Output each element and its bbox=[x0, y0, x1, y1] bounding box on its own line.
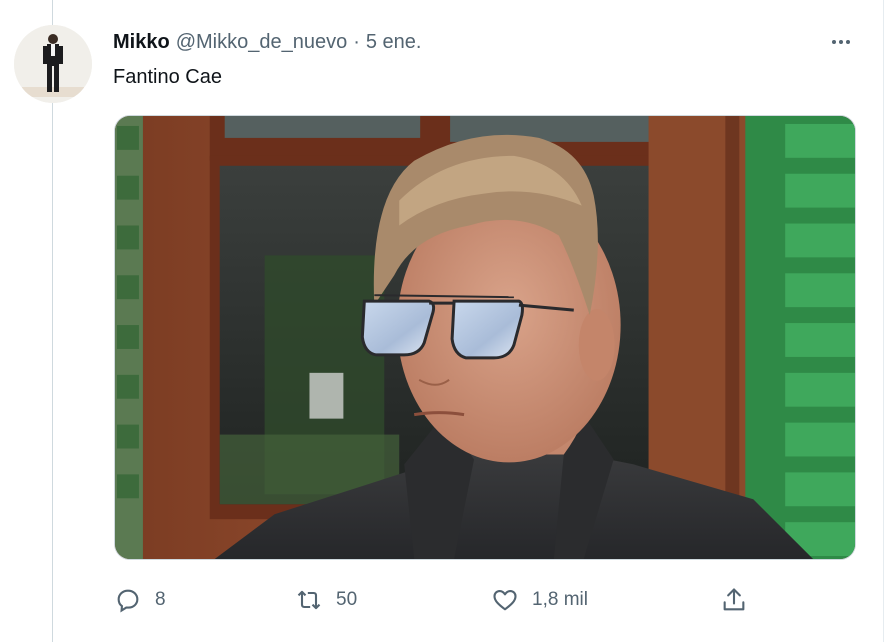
like-icon bbox=[490, 585, 520, 615]
tweet-text: Fantino Cae bbox=[113, 66, 222, 88]
separator-dot: · bbox=[353, 30, 360, 53]
like-count: 1,8 mil bbox=[532, 589, 588, 610]
author-handle[interactable]: @Mikko_de_nuevo bbox=[176, 31, 348, 54]
retweet-icon bbox=[294, 585, 324, 615]
share-icon bbox=[719, 585, 749, 615]
tweet-photo[interactable] bbox=[114, 115, 856, 560]
avatar[interactable] bbox=[14, 25, 92, 103]
tweet-header: Mikko @Mikko_de_nuevo · 5 ene. bbox=[113, 29, 421, 55]
reply-count: 8 bbox=[155, 589, 166, 610]
tweet-actions: 8 50 1,8 mil bbox=[0, 578, 887, 622]
reply-button[interactable]: 8 bbox=[113, 578, 166, 622]
author-name[interactable]: Mikko bbox=[113, 31, 170, 54]
reply-icon bbox=[113, 585, 143, 615]
more-icon[interactable] bbox=[826, 32, 856, 52]
share-button[interactable] bbox=[719, 578, 749, 622]
retweet-button[interactable]: 50 bbox=[294, 578, 357, 622]
like-button[interactable]: 1,8 mil bbox=[490, 578, 588, 622]
tweet-date[interactable]: 5 ene. bbox=[366, 31, 422, 54]
retweet-count: 50 bbox=[336, 589, 358, 610]
column-border bbox=[883, 0, 884, 642]
